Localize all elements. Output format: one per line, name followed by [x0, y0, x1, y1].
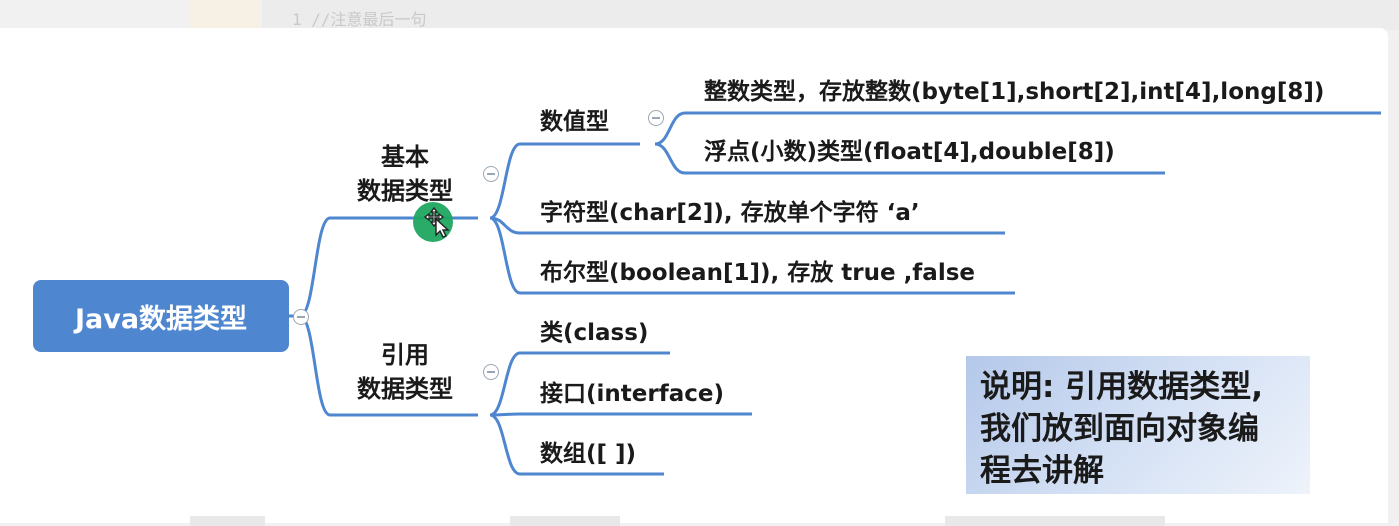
reference-line2: 数据类型: [357, 375, 453, 403]
collapse-icon-root[interactable]: [293, 309, 309, 325]
primitive-line1: 基本: [381, 143, 429, 171]
bottom-fragment-3: [945, 516, 1165, 526]
note-box: 说明: 引用数据类型, 我们放到面向对象编 程去讲解: [966, 356, 1310, 494]
leaf-char[interactable]: 字符型(char[2]), 存放单个字符 ‘a’: [540, 193, 920, 227]
leaf-boolean[interactable]: 布尔型(boolean[1]), 存放 true ,false: [540, 253, 975, 287]
collapse-icon-primitive[interactable]: [483, 166, 499, 182]
reference-line1: 引用: [381, 341, 429, 369]
note-line1: 说明: 引用数据类型,: [980, 369, 1263, 405]
collapse-icon-reference[interactable]: [483, 364, 499, 380]
root-node[interactable]: Java数据类型: [33, 280, 289, 352]
bottom-fragment-2: [510, 516, 620, 526]
leaf-float[interactable]: 浮点(小数)类型(float[4],double[8]): [704, 132, 1115, 166]
leaf-interface[interactable]: 接口(interface): [540, 374, 724, 408]
node-primitive-types[interactable]: 基本 数据类型: [340, 140, 470, 208]
leaf-integer[interactable]: 整数类型，存放整数(byte[1],short[2],int[4],long[8…: [704, 72, 1324, 106]
primitive-line2: 数据类型: [357, 177, 453, 205]
node-numeric[interactable]: 数值型: [540, 102, 609, 136]
move-cursor-icon: [424, 206, 450, 238]
connector-reference-interface: [489, 412, 752, 417]
node-reference-types[interactable]: 引用 数据类型: [340, 338, 470, 406]
bottom-fragment-1: [190, 516, 265, 526]
note-line2: 我们放到面向对象编: [980, 411, 1259, 447]
note-line3: 程去讲解: [980, 453, 1104, 489]
leaf-array[interactable]: 数组([ ]): [540, 434, 636, 468]
collapse-icon-numeric[interactable]: [648, 110, 664, 126]
leaf-class[interactable]: 类(class): [540, 313, 648, 347]
